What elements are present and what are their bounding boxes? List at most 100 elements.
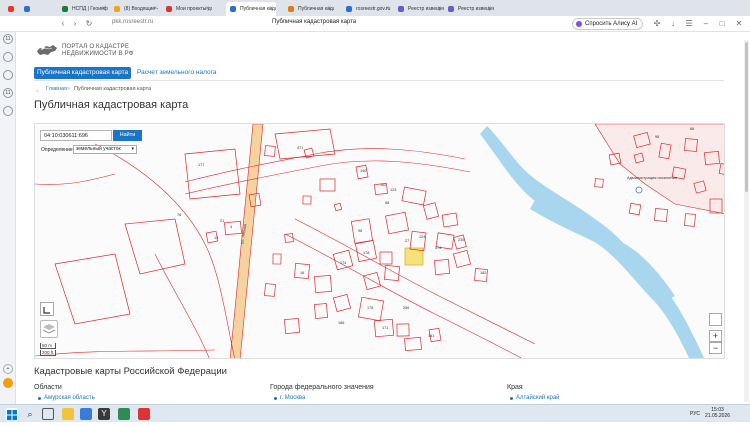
address-bar: ‹ › ↻ pkk.rosreestr.ru Публичная кадастр… — [0, 16, 750, 32]
city-link[interactable]: г. Москва — [280, 395, 305, 401]
browser-tab[interactable] — [4, 2, 18, 16]
sidebar-icon-play[interactable] — [3, 70, 13, 80]
browser-tab[interactable]: (8) Входящие - Почта× — [110, 2, 160, 16]
url-field[interactable]: pkk.rosreestr.ru — [112, 19, 153, 25]
parcel[interactable] — [332, 249, 354, 271]
alice-button[interactable]: Спросить Алису AI — [572, 18, 644, 30]
rosreestr-logo[interactable] — [36, 42, 58, 58]
regions-column-heading: Области — [34, 384, 62, 391]
browser-tab[interactable]: Реестр извещений× — [394, 2, 444, 16]
parcel[interactable] — [284, 233, 294, 243]
parcel[interactable] — [434, 259, 450, 275]
parcel[interactable] — [314, 303, 328, 319]
parcel-number-label: 4 — [230, 225, 232, 229]
parcel[interactable] — [628, 202, 642, 216]
sidebar-icon-counter[interactable]: 11 — [3, 34, 13, 44]
browser-tab[interactable]: Мои проекты докумен...× — [162, 2, 212, 16]
parcel[interactable] — [302, 195, 312, 205]
app-icon[interactable] — [118, 408, 130, 420]
sidebar-add-icon[interactable]: + — [3, 364, 13, 374]
tab-close-icon[interactable]: × — [205, 2, 209, 16]
parcel[interactable] — [313, 274, 333, 294]
nav-land-tax[interactable]: Расчет земельного налога — [137, 67, 216, 79]
parcel[interactable] — [684, 213, 696, 227]
sidebar-alice-icon[interactable] — [3, 378, 13, 388]
parcel[interactable] — [379, 251, 393, 265]
browser-tab[interactable]: Публичная кадастр...× — [226, 2, 276, 16]
parcel[interactable] — [441, 212, 459, 228]
parcel[interactable] — [401, 186, 427, 206]
yandex-browser-icon[interactable]: Y — [98, 408, 110, 420]
sidebar-icon-counter-2[interactable]: 11 — [3, 88, 13, 98]
parcel-number-label: 96 — [358, 229, 362, 233]
file-explorer-icon[interactable] — [62, 408, 74, 420]
tab-close-icon[interactable]: × — [487, 2, 491, 16]
tab-close-icon[interactable]: × — [437, 2, 441, 16]
parcel[interactable] — [654, 208, 668, 222]
tab-close-icon[interactable]: × — [269, 2, 273, 16]
zoom-in-button[interactable]: + — [709, 330, 722, 342]
parcel[interactable] — [594, 178, 604, 188]
scrollbar-thumb[interactable] — [745, 42, 748, 192]
parcel[interactable] — [385, 211, 409, 235]
nav-cadastral-map[interactable]: Публичная кадастровая карта — [34, 67, 132, 79]
parcel[interactable] — [422, 202, 440, 220]
territory-link[interactable]: Алтайский край — [516, 395, 560, 401]
minimize-icon[interactable]: – — [701, 19, 711, 29]
parcel[interactable] — [452, 249, 472, 269]
browser-tabbar: НСПД | Геоинформа...×(8) Входящие - Почт… — [0, 0, 750, 16]
cadastral-search-input[interactable] — [40, 130, 112, 141]
app-icon[interactable] — [138, 408, 150, 420]
map-canvas[interactable]: 177 76 471 140 123 102 58 96 27 124 174 178 4 186 171 1… — [35, 124, 725, 359]
parcel[interactable] — [332, 293, 352, 313]
parcel[interactable] — [384, 265, 400, 281]
browser-tab[interactable]: НСПД | Геоинформа...× — [58, 2, 108, 16]
back-icon[interactable]: ‹ — [58, 19, 68, 29]
tab-close-icon[interactable]: × — [153, 2, 157, 16]
search-button[interactable]: Найти — [113, 130, 142, 141]
tab-close-icon[interactable]: × — [101, 2, 105, 16]
parcel[interactable] — [396, 323, 410, 337]
menu-icon[interactable]: ☰ — [684, 19, 694, 29]
parcel[interactable] — [362, 271, 382, 291]
parcel-number-label: 21 — [220, 219, 224, 223]
parcel[interactable] — [404, 336, 422, 352]
extensions-icon[interactable]: ✣ — [652, 19, 662, 29]
layers-button[interactable] — [40, 320, 58, 338]
parcel[interactable] — [272, 253, 282, 265]
tab-close-icon[interactable]: × — [327, 2, 331, 16]
start-icon[interactable] — [6, 408, 18, 420]
locate-button[interactable] — [709, 313, 722, 326]
parcel[interactable] — [319, 178, 336, 192]
cadastral-map[interactable]: 177 76 471 140 123 102 58 96 27 124 174 178 4 186 171 1… — [34, 123, 725, 359]
area-select-button[interactable] — [40, 302, 54, 316]
breadcrumb-home[interactable]: Главная — [46, 86, 67, 92]
reload-icon[interactable]: ↻ — [84, 19, 94, 29]
close-icon[interactable]: ✕ — [734, 19, 744, 29]
definition-select[interactable]: земельный участок ▾ — [73, 145, 137, 154]
browser-tab[interactable]: rosreestr.gov.ru × — [342, 2, 392, 16]
parcel[interactable] — [333, 202, 343, 212]
download-icon[interactable]: ↓ — [668, 19, 678, 29]
sidebar-icon-settings[interactable] — [3, 106, 13, 116]
zoom-out-button[interactable]: − — [709, 342, 722, 354]
region-link[interactable]: Амурская область — [44, 395, 95, 401]
road — [94, 143, 235, 358]
browser-tab[interactable]: Реестр извещений× — [444, 2, 494, 16]
browser-tab[interactable] — [20, 2, 34, 16]
parcel-number-label: 98 — [655, 135, 659, 139]
maximize-icon[interactable]: □ — [717, 19, 727, 29]
sidebar-icon-mail[interactable] — [3, 52, 13, 62]
forward-icon[interactable]: › — [70, 19, 80, 29]
app-icon[interactable] — [80, 408, 92, 420]
parcel[interactable] — [284, 318, 300, 334]
parcel[interactable] — [264, 145, 276, 157]
parcel[interactable] — [224, 220, 242, 236]
parcel[interactable] — [264, 283, 276, 297]
browser-tab[interactable]: Публичная кадастро...× — [284, 2, 334, 16]
language-indicator[interactable]: РУС — [690, 411, 700, 417]
clock[interactable]: 15:03 21.05.2026 — [705, 407, 730, 419]
tab-close-icon[interactable]: × — [385, 2, 389, 16]
task-view-icon[interactable] — [42, 408, 54, 420]
search-icon[interactable]: ⌕ — [24, 408, 36, 420]
